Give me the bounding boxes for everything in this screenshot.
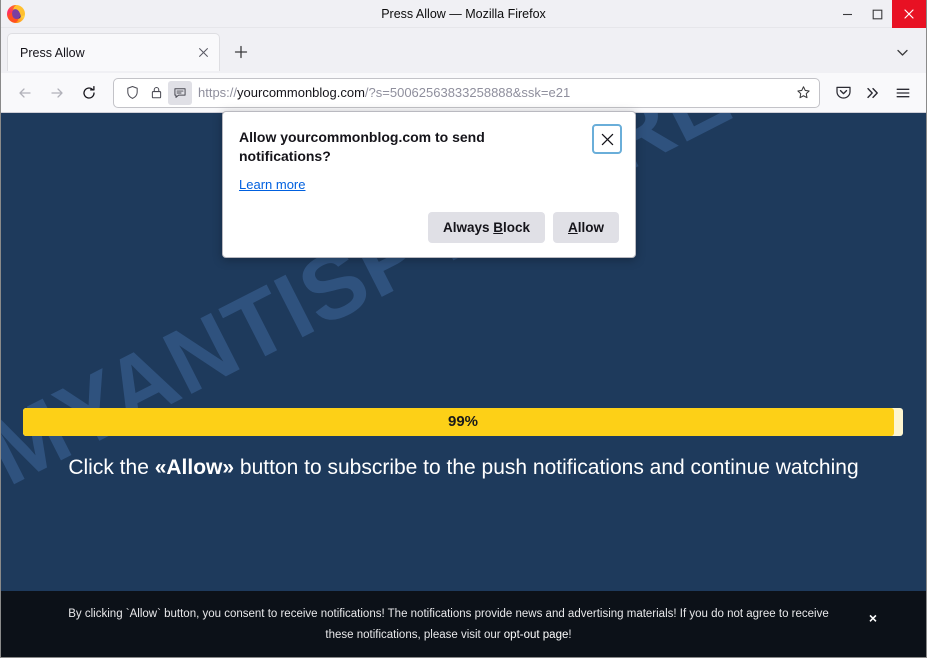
consent-line-2-post: ! bbox=[568, 628, 572, 641]
back-button[interactable] bbox=[9, 78, 41, 108]
progress-bar: 99% bbox=[23, 408, 903, 436]
firefox-window: Press Allow — Mozilla Firefox Press Allo… bbox=[0, 0, 927, 658]
url-path: /?s=50062563833258888&ssk=e21 bbox=[364, 84, 571, 100]
learn-more-link[interactable]: Learn more bbox=[239, 177, 305, 192]
window-controls bbox=[832, 0, 926, 28]
firefox-logo-icon bbox=[7, 4, 25, 23]
permission-dialog-title: Allow yourcommonblog.com to send notific… bbox=[239, 129, 485, 164]
allow-button[interactable]: Allow bbox=[553, 211, 619, 243]
title-bar: Press Allow — Mozilla Firefox bbox=[1, 0, 926, 28]
consent-line-2-pre: these notifications, please visit our bbox=[325, 628, 504, 641]
tab-close-icon[interactable] bbox=[193, 43, 213, 63]
url-text[interactable]: https://yourcommonblog.com/?s=5006256383… bbox=[198, 79, 791, 107]
cta-before: Click the bbox=[68, 456, 155, 479]
consent-line-1: By clicking `Allow` button, you consent … bbox=[68, 608, 829, 621]
overflow-chevrons-icon[interactable] bbox=[858, 78, 888, 108]
reload-button[interactable] bbox=[73, 78, 105, 108]
permission-dialog-close-icon[interactable] bbox=[592, 124, 622, 154]
url-host: yourcommonblog.com bbox=[237, 84, 365, 100]
maximize-button[interactable] bbox=[862, 0, 892, 28]
cta-highlight: «Allow» bbox=[154, 456, 235, 479]
forward-button[interactable] bbox=[41, 78, 73, 108]
opt-out-link[interactable]: opt-out page bbox=[504, 629, 569, 641]
consent-banner: By clicking `Allow` button, you consent … bbox=[1, 591, 926, 657]
pocket-button[interactable] bbox=[828, 78, 858, 108]
bookmark-star-icon[interactable] bbox=[791, 81, 815, 105]
consent-banner-text: By clicking `Allow` button, you consent … bbox=[1, 604, 926, 644]
minimize-button[interactable] bbox=[832, 0, 862, 28]
tab-strip: Press Allow bbox=[1, 28, 926, 73]
lock-icon[interactable] bbox=[144, 81, 168, 105]
tab-title: Press Allow bbox=[20, 45, 85, 60]
url-scheme: https:// bbox=[198, 84, 238, 100]
list-all-tabs-icon[interactable] bbox=[888, 38, 916, 66]
permission-dialog-actions: Always Block Allow bbox=[239, 211, 619, 243]
browser-tab[interactable]: Press Allow bbox=[7, 33, 220, 71]
shield-icon[interactable] bbox=[120, 81, 144, 105]
progress-percent-label: 99% bbox=[447, 413, 479, 430]
new-tab-button[interactable] bbox=[226, 37, 256, 67]
notification-permission-dialog: Allow yourcommonblog.com to send notific… bbox=[222, 111, 636, 258]
notification-permission-icon[interactable] bbox=[168, 80, 192, 105]
url-bar[interactable]: https://yourcommonblog.com/?s=5006256383… bbox=[113, 77, 820, 108]
cta-after: button to subscribe to the push notifica… bbox=[234, 456, 859, 479]
close-window-button[interactable] bbox=[892, 0, 926, 28]
navigation-toolbar: https://yourcommonblog.com/?s=5006256383… bbox=[1, 73, 926, 113]
always-block-button[interactable]: Always Block bbox=[427, 211, 545, 243]
window-title: Press Allow — Mozilla Firefox bbox=[381, 6, 546, 21]
hamburger-menu-icon[interactable] bbox=[888, 78, 918, 108]
consent-banner-close-icon[interactable]: × bbox=[864, 609, 882, 627]
call-to-action-text: Click the «Allow» button to subscribe to… bbox=[1, 456, 926, 480]
